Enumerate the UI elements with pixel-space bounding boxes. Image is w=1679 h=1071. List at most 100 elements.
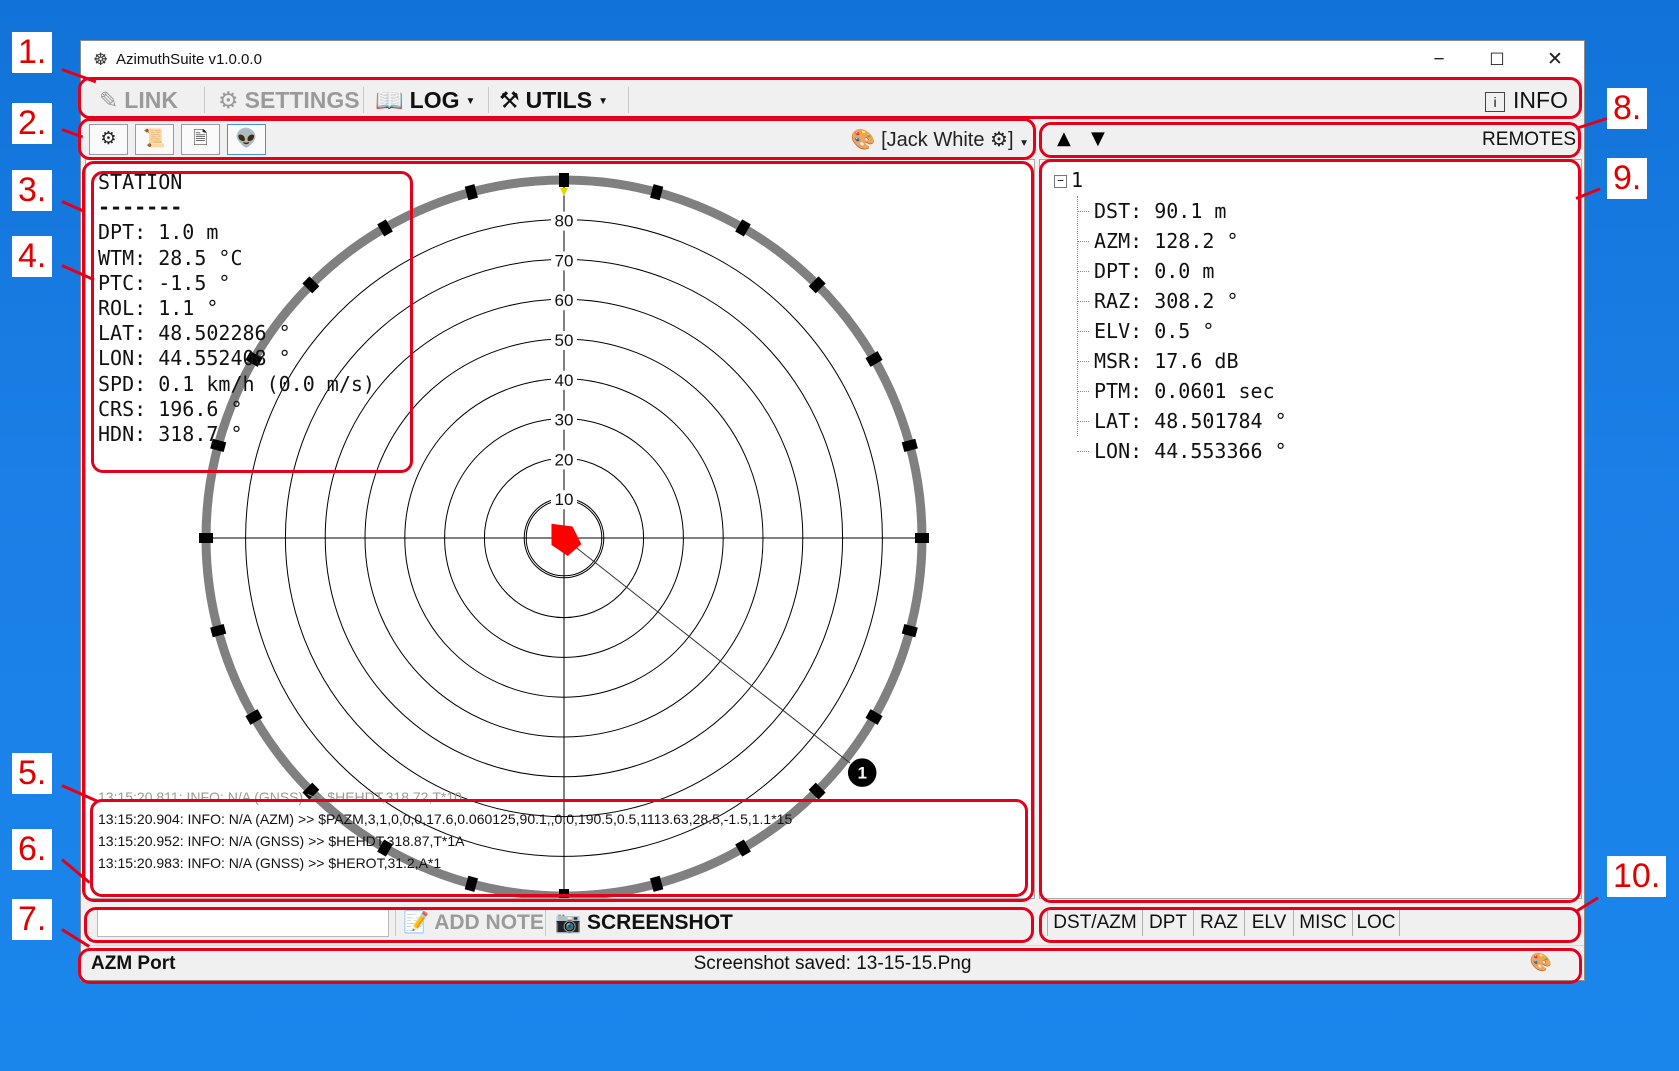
menu-log[interactable]: 📖 LOG ▼: [375, 87, 475, 114]
log-line: 13:15:20.983: INFO: N/A (GNSS) >> $HEROT…: [98, 855, 442, 871]
compass-tick: [915, 533, 929, 543]
add-note-button[interactable]: 📝 ADD NOTE: [403, 911, 544, 935]
tab-misc[interactable]: MISC: [1293, 910, 1353, 936]
display-tabs: DST/AZM DPT RAZ ELV MISC LOC: [1039, 907, 1584, 939]
menu-link[interactable]: ✎ LINK: [99, 87, 178, 114]
tree-item[interactable]: ELV: 0.5 °: [1077, 316, 1287, 346]
note-input[interactable]: [97, 909, 389, 937]
range-label: 60: [555, 291, 574, 310]
menu-info[interactable]: i INFO: [1485, 87, 1568, 114]
settings-button[interactable]: ⚙: [89, 124, 128, 155]
remotes-toolbar: ▲ ▼ REMOTES: [1039, 121, 1584, 157]
tab-elv[interactable]: ELV: [1244, 910, 1294, 936]
note-bar: 📝 ADD NOTE 📷 SCREENSHOT: [85, 907, 1033, 939]
gear-icon: ⚙: [218, 87, 239, 113]
log-line: 13:15:20.811: INFO: N/A (GNSS) >> $HEHDT…: [98, 789, 462, 805]
menu-separator: [363, 87, 364, 113]
menu-separator: [488, 87, 489, 113]
tree-item[interactable]: MSR: 17.6 dB: [1077, 346, 1287, 376]
callout-4: 4.: [12, 236, 53, 277]
range-label: 30: [555, 411, 574, 430]
tab-loc[interactable]: LOC: [1352, 910, 1400, 936]
callout-5: 5.: [12, 753, 53, 794]
tree-item[interactable]: LAT: 48.501784 °: [1077, 406, 1287, 436]
window-title: AzimuthSuite v1.0.0.0: [116, 51, 262, 68]
station-info: STATION ------- DPT: 1.0 m WTM: 28.5 °C PTC:…: [98, 170, 375, 447]
minimize-button[interactable]: −: [1410, 41, 1468, 79]
tree-item[interactable]: AZM: 128.2 °: [1077, 226, 1287, 256]
title-bar[interactable]: ☸ AzimuthSuite v1.0.0.0 − ☐ ✕: [81, 41, 1584, 79]
chevron-down-icon: ▼: [465, 96, 476, 108]
callout-6: 6.: [12, 829, 53, 870]
collapse-icon[interactable]: −: [1054, 175, 1067, 188]
tab-dpt[interactable]: DPT: [1142, 910, 1194, 936]
palette-icon: 🎨: [850, 129, 876, 151]
separator: [545, 910, 546, 936]
station-line: ROL: 1.1 °: [98, 296, 219, 321]
log-line: 13:15:20.952: INFO: N/A (GNSS) >> $HEHDT…: [98, 833, 465, 849]
range-label: 10: [555, 490, 574, 509]
alien-icon: 👽: [235, 128, 258, 149]
tab-raz[interactable]: RAZ: [1193, 910, 1245, 936]
status-message: Screenshot saved: 13-15-15.Png: [693, 953, 972, 974]
range-label: 20: [555, 450, 574, 469]
remotes-tree-panel[interactable]: −1 DST: 90.1 m AZM: 128.2 ° DPT: 0.0 m R…: [1039, 159, 1582, 899]
camera-icon: 📷: [555, 911, 582, 934]
callout-2: 2.: [12, 103, 53, 144]
callout-10: 10.: [1607, 856, 1667, 897]
menu-utils[interactable]: ⚒ UTILS ▼: [499, 87, 608, 114]
north-marker: [560, 188, 568, 196]
document-icon: 🗎: [193, 128, 208, 149]
range-label: 50: [555, 331, 574, 350]
palette-icon: 🎨: [1529, 952, 1552, 973]
status-bar: AZM Port Screenshot saved: 13-15-15.Png …: [81, 945, 1584, 980]
remote-properties: DST: 90.1 m AZM: 128.2 ° DPT: 0.0 m RAZ:…: [1077, 196, 1287, 466]
document-button[interactable]: 🗎: [181, 124, 220, 155]
tools-icon: ⚒: [499, 87, 520, 113]
close-button[interactable]: ✕: [1526, 41, 1584, 79]
tree-item[interactable]: DPT: 0.0 m: [1077, 256, 1287, 286]
station-title: STATION: [98, 170, 183, 194]
tree-item[interactable]: DST: 90.1 m: [1077, 196, 1287, 226]
remote-marker-label: 1: [857, 764, 866, 783]
tree-item[interactable]: RAZ: 308.2 °: [1077, 286, 1287, 316]
maximize-button[interactable]: ☐: [1468, 41, 1526, 79]
range-label: 80: [555, 212, 574, 231]
range-label: 40: [555, 371, 574, 390]
remotes-label: REMOTES: [1482, 129, 1576, 150]
chevron-down-icon: ▼: [598, 96, 608, 108]
main-menu-bar: ✎ LINK ⚙ SETTINGS 📖 LOG ▼ ⚒ UTILS ▼ i INFO: [81, 79, 1584, 119]
tree-item[interactable]: LON: 44.553366 °: [1077, 436, 1287, 466]
callout-7: 7.: [12, 899, 53, 940]
move-up-button[interactable]: ▲: [1057, 128, 1071, 149]
theme-selector[interactable]: 🎨 [Jack White ⚙] ▼: [851, 127, 1029, 152]
station-line: CRS: 196.6 °: [98, 396, 243, 421]
app-logo-icon: ☸: [93, 50, 109, 70]
station-underline: -------: [98, 195, 183, 220]
station-line: LAT: 48.502286 °: [98, 321, 291, 346]
screenshot-button[interactable]: 📷 SCREENSHOT: [555, 911, 733, 935]
compass-tick: [199, 533, 213, 543]
station-line: WTM: 28.5 °C: [98, 245, 243, 270]
note-edit-icon: 📝: [403, 911, 430, 934]
station-line: HDN: 318.7 °: [98, 422, 243, 447]
log-output: 13:15:20.811: INFO: N/A (GNSS) >> $HEHDT…: [98, 786, 792, 874]
info-icon: i: [1485, 91, 1506, 112]
station-line: PTC: -1.5 °: [98, 270, 231, 295]
move-down-button[interactable]: ▼: [1091, 128, 1105, 149]
alien-button[interactable]: 👽: [227, 124, 266, 155]
callout-1: 1.: [12, 32, 53, 73]
script-icon: 📜: [143, 128, 166, 149]
tree-root-node[interactable]: −1: [1054, 168, 1083, 192]
callout-8: 8.: [1607, 88, 1648, 129]
script-button[interactable]: 📜: [135, 124, 174, 155]
tab-dst-azm[interactable]: DST/AZM: [1047, 910, 1143, 936]
tree-item[interactable]: PTM: 0.0601 sec: [1077, 376, 1287, 406]
polar-plot-panel[interactable]: 10 20 30 40 50 60 70 80 1 STATION ------- DPT: 1.…: [85, 159, 1035, 899]
menu-settings[interactable]: ⚙ SETTINGS: [218, 87, 360, 114]
compass-tick: [559, 173, 569, 187]
chevron-down-icon: ▼: [1019, 138, 1029, 149]
book-icon: 📖: [375, 87, 404, 113]
callout-3: 3.: [12, 170, 53, 211]
station-line: LON: 44.552408 °: [98, 346, 291, 371]
